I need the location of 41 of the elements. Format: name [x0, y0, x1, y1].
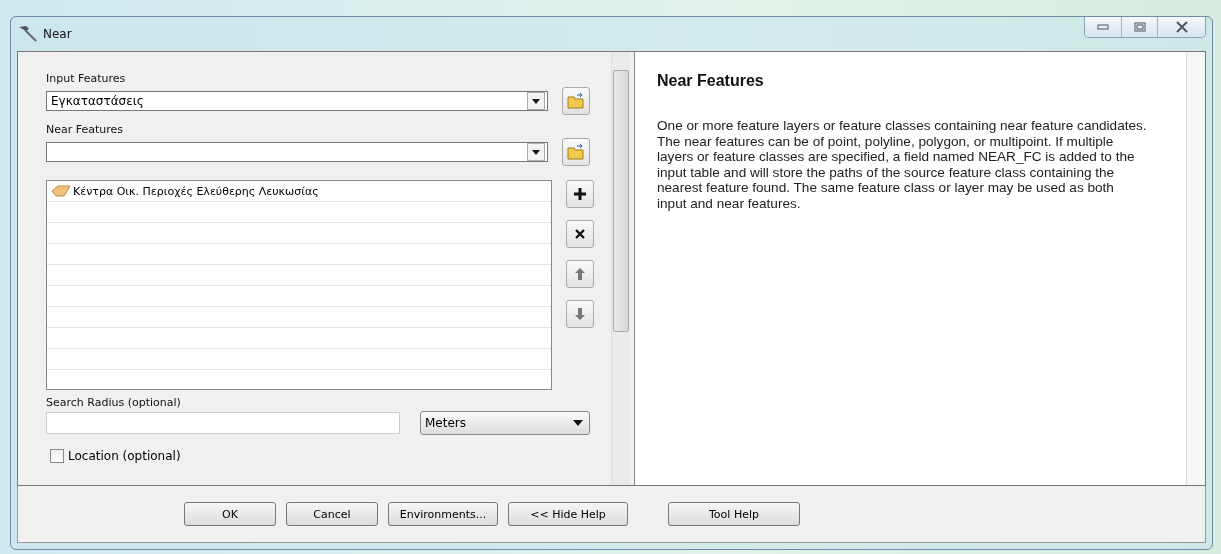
minimize-button[interactable]	[1085, 17, 1121, 37]
browse-button[interactable]	[562, 87, 590, 115]
minimize-icon	[1097, 24, 1109, 30]
maximize-icon	[1133, 22, 1146, 32]
help-text: One or more feature layers or feature classes containing near feature candidates. The near features can be of point, polyline, polygon, or multipoint. If multiple layers or feature classes are specified, a field named NEAR_FC is added to the input table and will store the paths of the source feature class containing the nearest feature found. The same feature class or layer may be used as both input and near features.	[657, 118, 1147, 212]
up-arrow-icon	[574, 267, 586, 281]
move-up-button[interactable]	[566, 260, 594, 288]
input-features-dropdown[interactable]: Εγκαταστάσεις	[46, 91, 548, 111]
dialog-button[interactable]: Environments...	[388, 502, 498, 526]
plus-icon	[573, 187, 587, 201]
checkbox-label: Location (optional)	[68, 449, 181, 463]
units-dropdown[interactable]: Meters	[420, 411, 590, 435]
scrollbar[interactable]	[1186, 52, 1205, 485]
tool-help-button[interactable]: Tool Help	[668, 502, 800, 526]
remove-button[interactable]	[566, 220, 594, 248]
field-label: Near Features	[46, 123, 125, 136]
location-checkbox[interactable]	[50, 449, 64, 463]
maximize-button[interactable]	[1121, 17, 1157, 37]
close-icon	[574, 228, 586, 240]
dropdown-arrow-icon	[573, 420, 583, 426]
scrollbar[interactable]	[611, 52, 630, 485]
field-label: Search Radius (optional)	[46, 396, 182, 409]
list-item[interactable]: Κέντρα Οικ. Περιοχές Ελεύθερης Λευκωσίας	[47, 181, 551, 202]
browse-button[interactable]	[562, 138, 590, 166]
help-title: Near Features	[657, 72, 765, 90]
move-down-button[interactable]	[566, 300, 594, 328]
polygon-layer-icon	[51, 185, 71, 197]
folder-icon	[567, 93, 585, 109]
near-features-dropdown[interactable]	[46, 142, 548, 162]
dialog-button[interactable]: Cancel	[286, 502, 378, 526]
close-button[interactable]	[1157, 17, 1205, 37]
field-label: Input Features	[46, 72, 127, 85]
folder-icon	[567, 144, 585, 160]
search-radius-field[interactable]	[46, 412, 400, 434]
dialog-button[interactable]: << Hide Help	[508, 502, 628, 526]
down-arrow-icon	[574, 307, 586, 321]
window-title: Near	[43, 27, 72, 41]
hammer-icon	[17, 25, 39, 43]
dialog-button[interactable]: OK	[184, 502, 276, 526]
close-icon	[1175, 21, 1188, 33]
add-button[interactable]	[566, 180, 594, 208]
